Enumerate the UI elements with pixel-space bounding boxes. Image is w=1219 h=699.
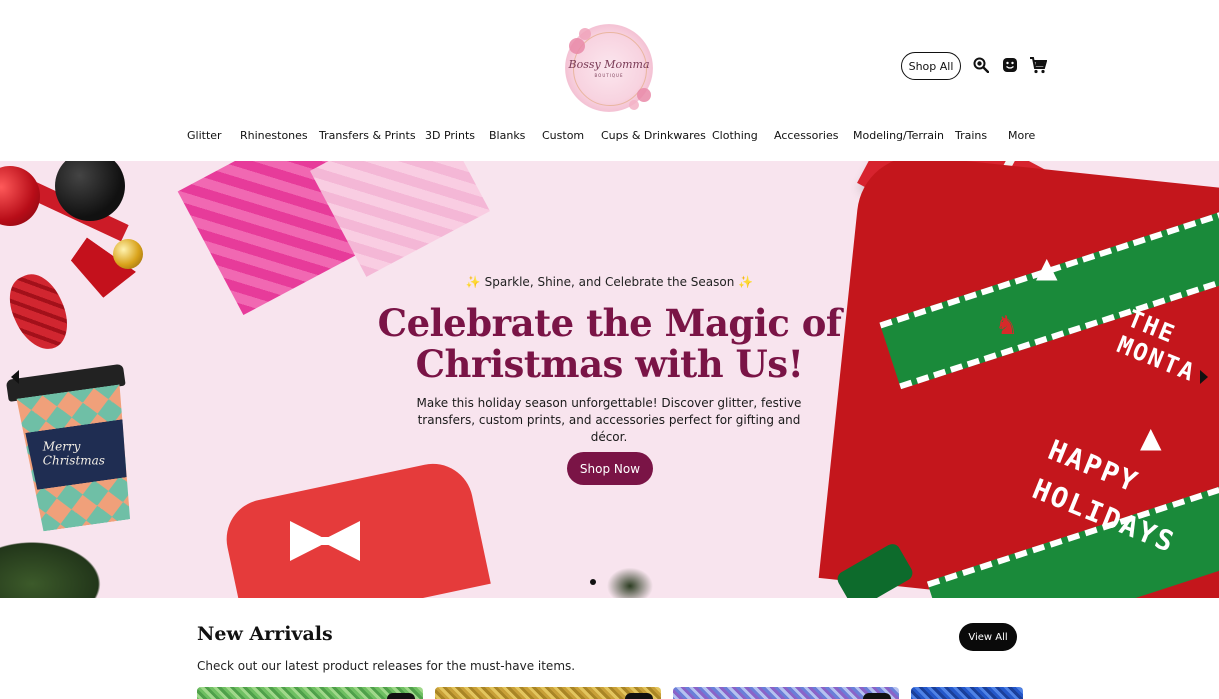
cart-icon[interactable] [1029,56,1047,74]
nav-item-more[interactable]: More [1008,129,1035,142]
product-card[interactable] [911,687,1023,699]
main-nav: Glitter Rhinestones Transfers & Prints 3… [0,129,1219,145]
view-all-button[interactable]: View All [959,623,1017,651]
nav-item-clothing[interactable]: Clothing [712,129,758,142]
shop-now-button[interactable]: Shop Now [567,452,653,485]
hero-headline: Celebrate the Magic of Christmas with Us… [0,303,1219,385]
carousel-dot[interactable] [590,579,596,585]
nav-item-3d-prints[interactable]: 3D Prints [425,129,475,142]
account-icon[interactable] [1001,56,1019,74]
nav-item-glitter[interactable]: Glitter [187,129,222,142]
carousel-prev-arrow-icon[interactable] [11,370,19,384]
nav-item-blanks[interactable]: Blanks [489,129,525,142]
nav-item-rhinestones[interactable]: Rhinestones [240,129,308,142]
hero-headline-line2: Christmas with Us! [415,342,804,386]
carousel-next-arrow-icon[interactable] [1200,370,1208,384]
product-card[interactable] [435,687,661,699]
hero-banner: Merry Christmas ▲ ▲ ♞ THE MONTA HAPPY HO… [0,161,1219,598]
brand-logo[interactable]: Bossy Momma BOUTIQUE [565,24,653,112]
flower-decoration [629,100,639,110]
flower-decoration [579,28,591,40]
search-icon[interactable] [972,56,990,74]
product-badge [387,693,415,699]
product-badge [863,693,891,699]
new-arrivals-subtitle: Check out our latest product releases fo… [197,659,576,673]
nav-item-custom[interactable]: Custom [542,129,584,142]
logo-subtext: BOUTIQUE [594,73,624,78]
nav-item-transfers-prints[interactable]: Transfers & Prints [319,129,416,142]
hero-description: Make this holiday season unforgettable! … [416,396,802,444]
site-header: Bossy Momma BOUTIQUE Shop All Glitter Rh… [0,0,1219,161]
new-arrivals-title: New Arrivals [197,623,333,645]
product-badge [625,693,653,699]
flower-decoration [637,88,651,102]
hero-tagline: ✨ Sparkle, Shine, and Celebrate the Seas… [465,275,754,289]
logo-text: Bossy Momma [568,58,650,71]
shop-all-button[interactable]: Shop All [901,52,961,80]
hero-headline-line1: Celebrate the Magic of [377,301,842,345]
nav-item-trains[interactable]: Trains [955,129,987,142]
hero-content: ✨ Sparkle, Shine, and Celebrate the Seas… [0,161,1219,598]
flower-decoration [569,38,585,54]
product-card[interactable] [197,687,423,699]
nav-item-modeling-terrain[interactable]: Modeling/Terrain [853,129,944,142]
nav-item-cups-drinkwares[interactable]: Cups & Drinkwares [601,129,706,142]
product-card[interactable] [673,687,899,699]
nav-item-accessories[interactable]: Accessories [774,129,838,142]
